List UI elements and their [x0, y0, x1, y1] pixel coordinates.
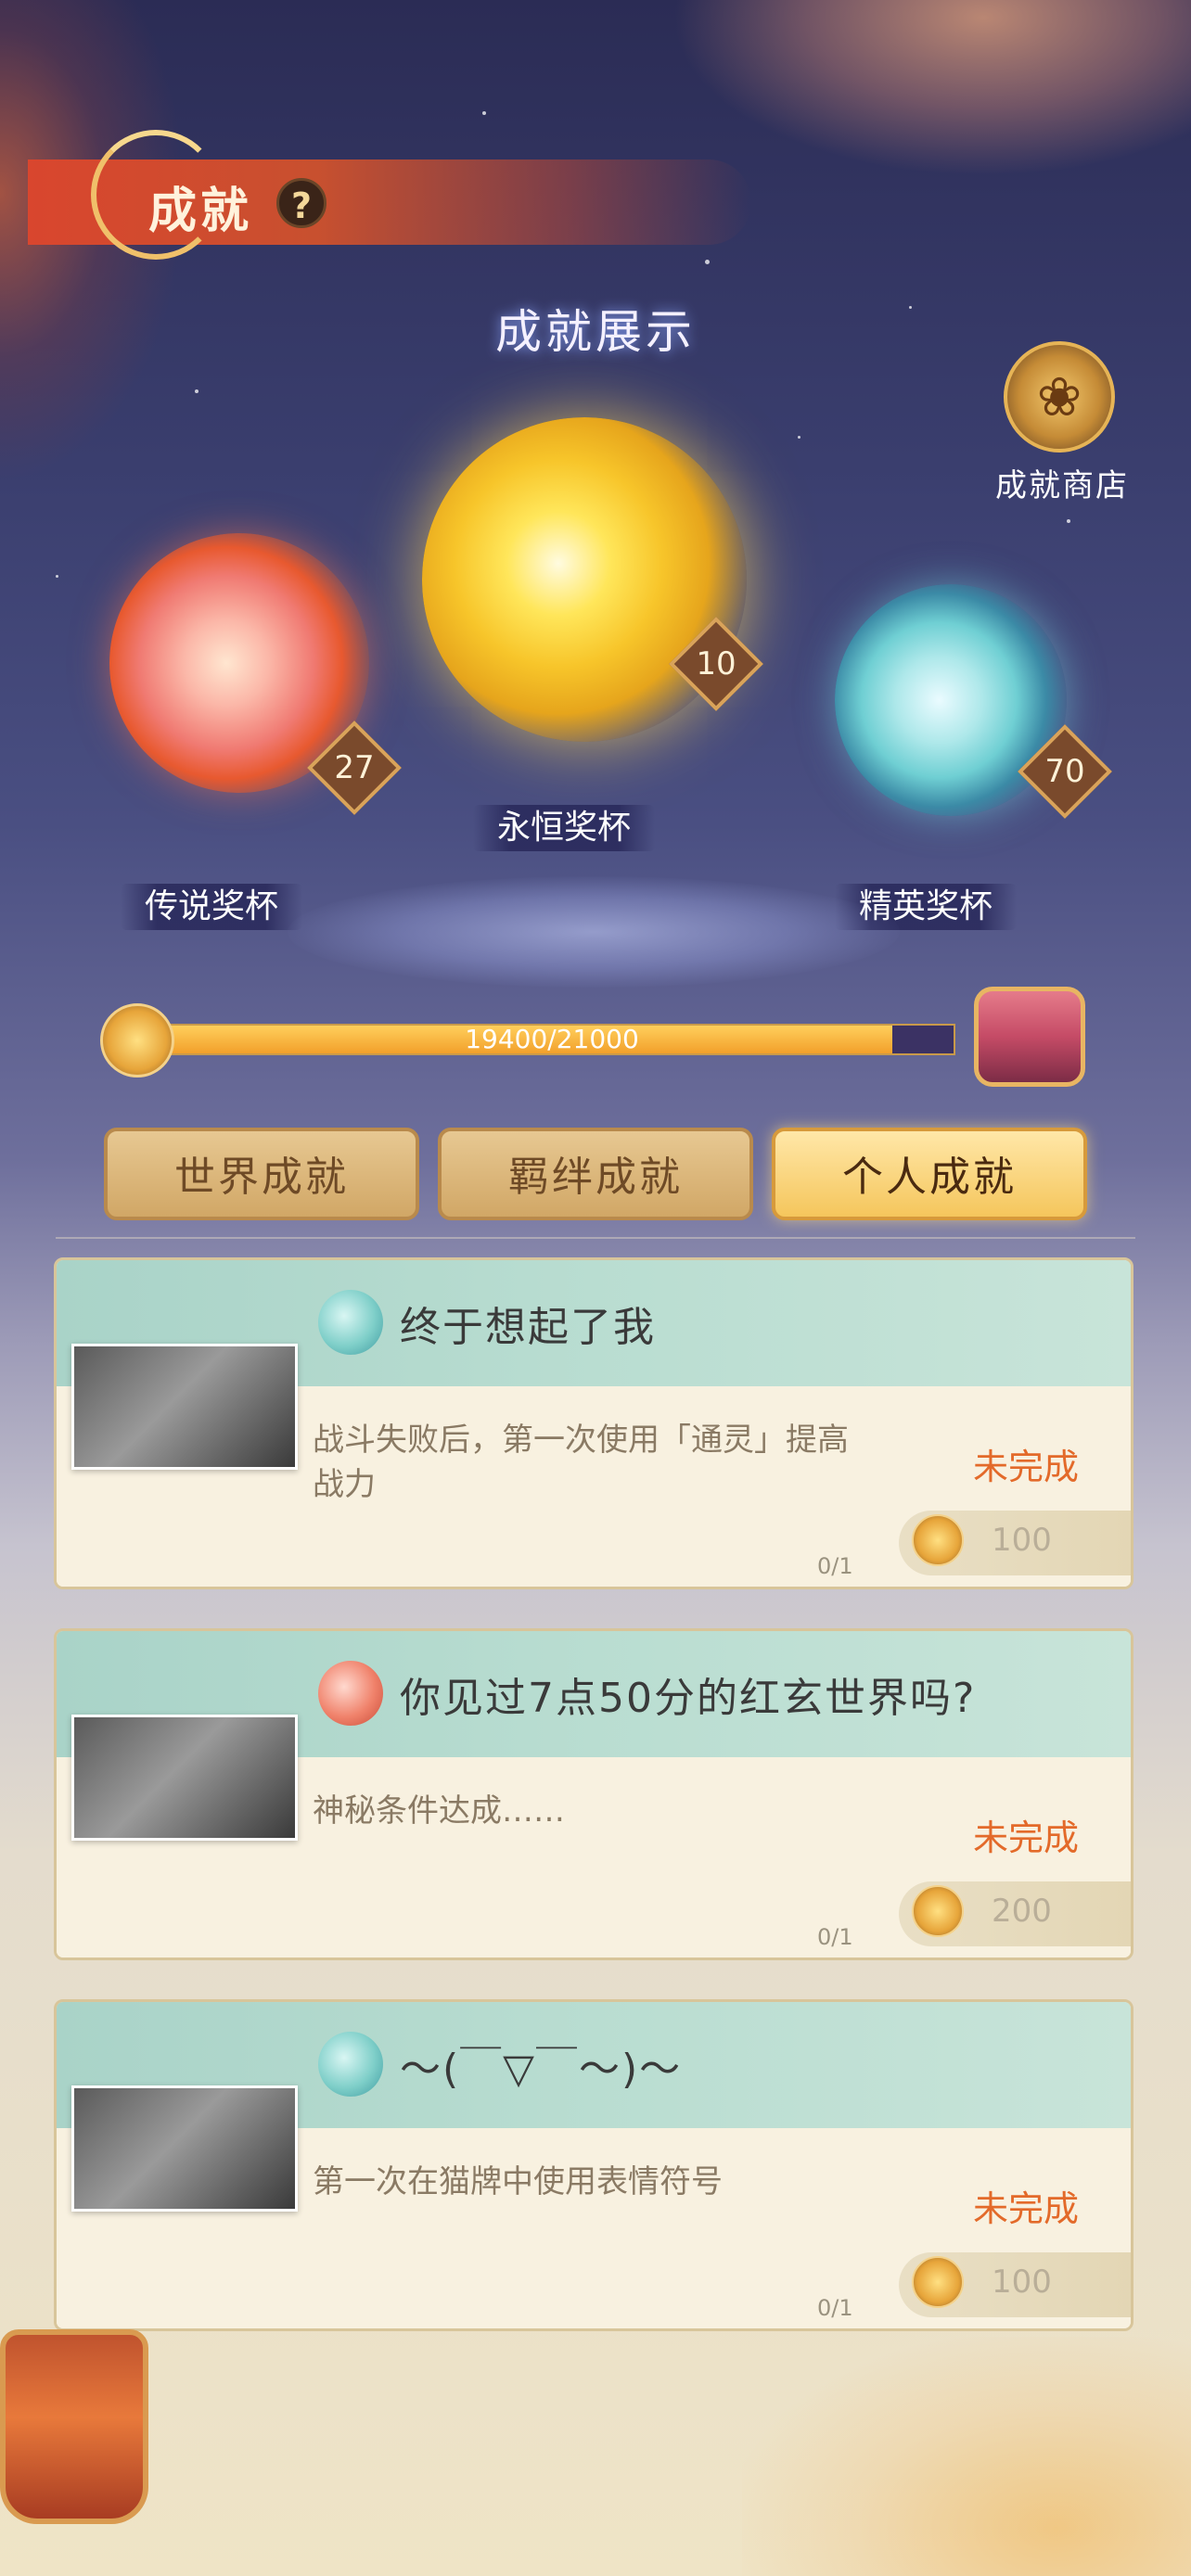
showcase-platform: [288, 876, 900, 988]
achievement-reward: 100: [992, 2264, 1052, 2301]
achievement-progress: 0/1: [817, 1553, 853, 1579]
tab-bond-achievements[interactable]: 羁绊成就: [438, 1128, 753, 1220]
achievement-title: 你见过7点50分的红玄世界吗?: [400, 1675, 977, 1722]
teal-trophy-icon: [318, 2032, 383, 2097]
achievement-progress: 0/1: [817, 2295, 853, 2321]
page-title: 成就: [148, 184, 253, 239]
achievement-thumbnail: [71, 1344, 298, 1470]
coin-token-icon: [912, 2256, 964, 2308]
dragon-lotus-icon[interactable]: ❀: [1004, 341, 1115, 453]
star: [482, 111, 486, 115]
red-trophy-icon: [318, 1661, 383, 1726]
achievement-card[interactable]: 你见过7点50分的红玄世界吗? 神秘条件达成…… 未完成 200 0/1: [54, 1628, 1133, 1960]
treasure-chest-icon[interactable]: [974, 987, 1085, 1087]
achievement-description: 第一次在猫牌中使用表情符号: [313, 2163, 723, 2200]
eternal-trophy-count: 10: [696, 645, 736, 682]
achievement-card[interactable]: 终于想起了我 战斗失败后，第一次使用「通灵」提高战力 未完成 100 0/1: [54, 1257, 1133, 1589]
achievement-status: 未完成: [973, 1447, 1080, 1487]
help-button[interactable]: ?: [276, 178, 327, 228]
star: [798, 436, 800, 439]
achievement-title: ～(￣▽￣～)～: [400, 2046, 683, 2093]
achievement-description: 神秘条件达成……: [313, 1792, 565, 1830]
tab-world-achievements[interactable]: 世界成就: [104, 1128, 419, 1220]
achievement-shop-label[interactable]: 成就商店: [983, 460, 1141, 505]
coin-token-icon: [912, 1885, 964, 1937]
progress-text: 19400/21000: [465, 1024, 639, 1054]
legend-trophy-count: 27: [334, 749, 375, 786]
achievement-title: 终于想起了我: [400, 1304, 656, 1351]
achievement-description: 战斗失败后，第一次使用「通灵」提高战力: [313, 1422, 849, 1503]
elite-trophy-count: 70: [1044, 753, 1085, 790]
golden-clouds-decoration: [742, 2337, 1191, 2576]
tab-personal-achievements[interactable]: 个人成就: [772, 1128, 1087, 1220]
star: [1067, 519, 1070, 523]
star: [705, 260, 710, 264]
eternal-trophy-count-badge: 10: [669, 617, 763, 711]
legend-trophy-label: 传说奖杯: [121, 884, 303, 930]
lantern-button[interactable]: [0, 2329, 148, 2524]
showcase-title: 成就展示: [495, 305, 696, 359]
star: [195, 389, 198, 393]
leaves-decoration: [672, 0, 1191, 176]
achievement-progress: 0/1: [817, 1924, 853, 1950]
achievement-reward: 100: [992, 1522, 1052, 1559]
teal-trophy-icon: [318, 1290, 383, 1355]
achievement-status: 未完成: [973, 2188, 1080, 2229]
achievement-thumbnail: [71, 1715, 298, 1841]
star: [56, 575, 58, 578]
coin-token-icon: [100, 1003, 174, 1078]
achievement-thumbnail: [71, 2085, 298, 2212]
eternal-trophy-label: 永恒奖杯: [473, 805, 656, 851]
divider: [56, 1237, 1135, 1239]
achievement-card[interactable]: ～(￣▽￣～)～ 第一次在猫牌中使用表情符号 未完成 100 0/1: [54, 1999, 1133, 2331]
legend-trophy-count-badge: 27: [307, 721, 402, 815]
coin-token-icon: [912, 1514, 964, 1566]
elite-trophy-count-badge: 70: [1018, 724, 1112, 819]
achievement-reward: 200: [992, 1893, 1052, 1930]
achievement-status: 未完成: [973, 1817, 1080, 1858]
